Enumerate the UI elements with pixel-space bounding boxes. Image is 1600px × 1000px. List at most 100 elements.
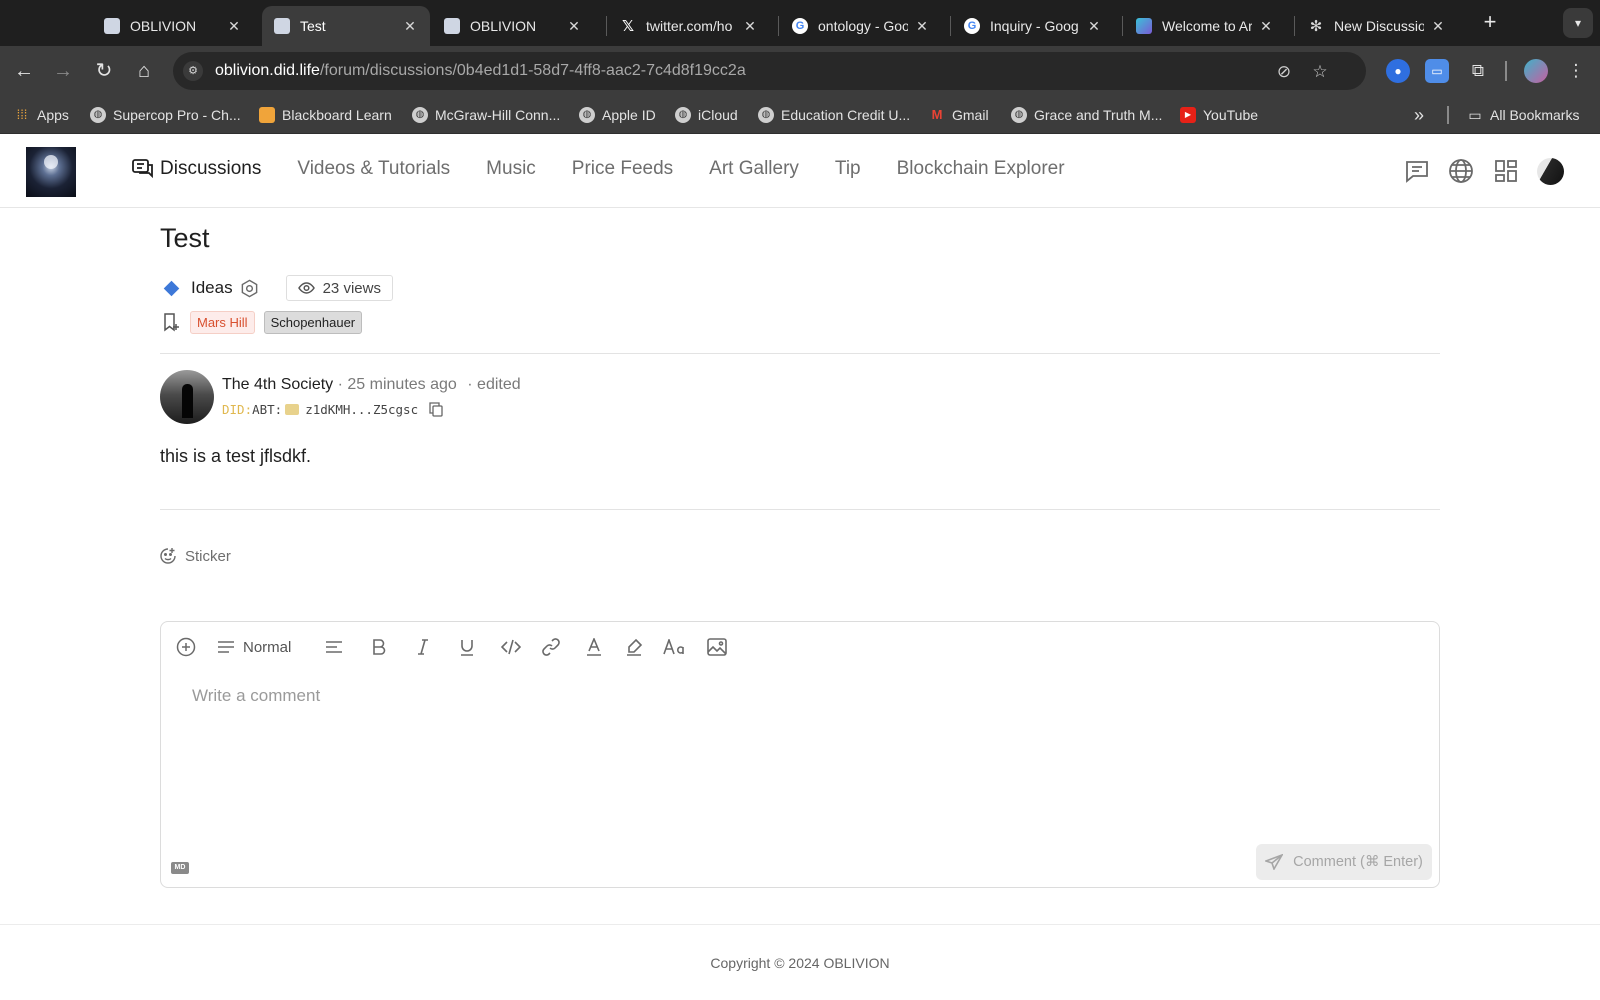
browser-tab-twitter[interactable]: 𝕏 twitter.com/ho ✕ bbox=[608, 6, 770, 46]
bookmark-youtube[interactable]: ▶ YouTube bbox=[1180, 106, 1258, 124]
apps-grid-icon[interactable] bbox=[1492, 157, 1520, 185]
comment-editor: Normal Write a comment MD Comment (⌘ Ent… bbox=[160, 621, 1440, 888]
puzzle-icon[interactable]: ⧉ bbox=[1466, 59, 1490, 83]
eye-icon bbox=[297, 282, 315, 294]
nav-price-feeds[interactable]: Price Feeds bbox=[572, 158, 673, 180]
user-avatar[interactable] bbox=[1537, 158, 1564, 185]
browser-tab-inquiry[interactable]: G Inquiry - Goog ✕ bbox=[952, 6, 1114, 46]
font-size-button[interactable] bbox=[661, 634, 687, 660]
tag-mars-hill[interactable]: Mars Hill bbox=[190, 310, 255, 334]
home-button[interactable]: ⌂ bbox=[129, 56, 159, 86]
did-short: z1dKMH...Z5cgsc bbox=[305, 402, 419, 417]
close-icon[interactable]: ✕ bbox=[402, 18, 418, 35]
discussions-icon bbox=[132, 159, 153, 179]
nav-blockchain-explorer[interactable]: Blockchain Explorer bbox=[897, 158, 1065, 180]
post-time: · 25 minutes ago bbox=[337, 376, 457, 393]
nav-tip[interactable]: Tip bbox=[835, 158, 861, 180]
close-icon[interactable]: ✕ bbox=[914, 18, 930, 35]
extension-icon[interactable]: ▭ bbox=[1425, 59, 1449, 83]
footer-divider bbox=[0, 924, 1600, 925]
close-icon[interactable]: ✕ bbox=[742, 18, 758, 35]
bookmarks-bar: ⁞⁞⁞ Apps ◍ Supercop Pro - Ch... Blackboa… bbox=[0, 96, 1600, 134]
forward-button[interactable]: → bbox=[48, 56, 78, 86]
author-name[interactable]: The 4th Society bbox=[222, 376, 333, 393]
arc-favicon bbox=[1136, 18, 1152, 34]
page-title: Test bbox=[160, 223, 210, 253]
tab-separator bbox=[778, 16, 779, 36]
nav-discussions[interactable]: Discussions bbox=[132, 158, 261, 180]
nav-art-gallery[interactable]: Art Gallery bbox=[709, 158, 799, 180]
globe-icon: ◍ bbox=[412, 107, 428, 123]
address-bar[interactable]: ⚙ oblivion.did.life/forum/discussions/0b… bbox=[173, 52, 1366, 90]
image-button[interactable] bbox=[705, 634, 729, 660]
browser-tab-oblivion-1[interactable]: OBLIVION ✕ bbox=[92, 6, 254, 46]
bold-button[interactable] bbox=[368, 634, 390, 660]
nav-music[interactable]: Music bbox=[486, 158, 536, 180]
globe-icon: ◍ bbox=[579, 107, 595, 123]
author-avatar[interactable] bbox=[160, 370, 214, 424]
heading-style-select[interactable]: Normal bbox=[217, 634, 291, 660]
eye-off-icon[interactable]: ⊘ bbox=[1273, 61, 1295, 83]
post-body: this is a test jflsdkf. bbox=[160, 446, 312, 466]
browser-tab-new-discussion[interactable]: ✻ New Discussio ✕ bbox=[1296, 6, 1458, 46]
highlight-button[interactable] bbox=[623, 634, 645, 660]
link-button[interactable] bbox=[540, 634, 562, 660]
url-text[interactable]: oblivion.did.life/forum/discussions/0b4e… bbox=[215, 62, 746, 80]
blackboard-icon bbox=[259, 107, 275, 123]
bookmark-gmail[interactable]: M Gmail bbox=[929, 106, 989, 124]
bookmark-apps[interactable]: ⁞⁞⁞ Apps bbox=[14, 106, 69, 124]
bookmark-icloud[interactable]: ◍ iCloud bbox=[675, 106, 738, 124]
extension-icon[interactable]: ● bbox=[1386, 59, 1410, 83]
star-icon[interactable]: ☆ bbox=[1309, 61, 1331, 83]
image-icon bbox=[707, 638, 727, 656]
globe-icon: ◍ bbox=[758, 107, 774, 123]
browser-tab-test[interactable]: Test ✕ bbox=[262, 6, 430, 46]
bookmark-apple-id[interactable]: ◍ Apple ID bbox=[579, 106, 656, 124]
messages-icon[interactable] bbox=[1403, 157, 1431, 185]
copy-icon[interactable] bbox=[429, 402, 443, 417]
nav-videos-tutorials[interactable]: Videos & Tutorials bbox=[297, 158, 450, 180]
close-icon[interactable]: ✕ bbox=[1086, 18, 1102, 35]
comment-textarea[interactable]: Write a comment bbox=[192, 686, 320, 706]
close-icon[interactable]: ✕ bbox=[1258, 18, 1274, 35]
sticker-button[interactable]: Sticker bbox=[159, 547, 231, 565]
align-left-icon bbox=[326, 641, 342, 653]
site-info-icon[interactable]: ⚙ bbox=[183, 61, 203, 81]
more-vert-icon[interactable]: ⋮ bbox=[1564, 59, 1588, 83]
language-globe-icon[interactable] bbox=[1447, 157, 1475, 185]
divider bbox=[160, 353, 1440, 354]
close-icon[interactable]: ✕ bbox=[1430, 18, 1446, 35]
code-button[interactable] bbox=[499, 634, 523, 660]
highlighter-icon bbox=[627, 638, 643, 656]
close-icon[interactable]: ✕ bbox=[566, 18, 582, 35]
bookmark-supercop[interactable]: ◍ Supercop Pro - Ch... bbox=[90, 106, 241, 124]
back-button[interactable]: ← bbox=[9, 56, 39, 86]
bookmark-add-icon[interactable] bbox=[162, 312, 180, 332]
globe-icon: ◍ bbox=[1011, 107, 1027, 123]
comment-submit-button[interactable]: Comment (⌘ Enter) bbox=[1256, 844, 1432, 880]
tab-search-button[interactable]: ▾ bbox=[1563, 8, 1593, 38]
underline-button[interactable] bbox=[456, 634, 478, 660]
text-color-button[interactable] bbox=[583, 634, 605, 660]
close-icon[interactable]: ✕ bbox=[226, 18, 242, 35]
category-link[interactable]: Ideas bbox=[191, 278, 233, 298]
all-bookmarks-button[interactable]: ▭ All Bookmarks bbox=[1467, 106, 1579, 124]
browser-tab-oblivion-2[interactable]: OBLIVION ✕ bbox=[432, 6, 594, 46]
browser-tab-welcome[interactable]: Welcome to Ar ✕ bbox=[1124, 6, 1286, 46]
bookmark-blackboard[interactable]: Blackboard Learn bbox=[259, 106, 392, 124]
new-tab-button[interactable]: + bbox=[1476, 8, 1504, 36]
bookmark-education-credit-union[interactable]: ◍ Education Credit U... bbox=[758, 106, 910, 124]
bookmark-grace-and-truth[interactable]: ◍ Grace and Truth M... bbox=[1011, 106, 1162, 124]
align-button[interactable] bbox=[323, 634, 345, 660]
tag-schopenhauer[interactable]: Schopenhauer bbox=[263, 310, 363, 334]
more-bookmarks-button[interactable]: » bbox=[1414, 105, 1424, 125]
bold-icon bbox=[373, 639, 386, 655]
browser-tab-ontology[interactable]: G ontology - Goo ✕ bbox=[780, 6, 942, 46]
italic-button[interactable] bbox=[412, 634, 434, 660]
hexagon-settings-icon[interactable] bbox=[240, 279, 259, 298]
profile-avatar-icon[interactable] bbox=[1524, 59, 1548, 83]
reload-button[interactable]: ↻ bbox=[89, 56, 119, 86]
insert-button[interactable] bbox=[175, 634, 197, 660]
site-logo[interactable] bbox=[26, 147, 76, 197]
bookmark-mcgraw-hill[interactable]: ◍ McGraw-Hill Conn... bbox=[412, 106, 560, 124]
